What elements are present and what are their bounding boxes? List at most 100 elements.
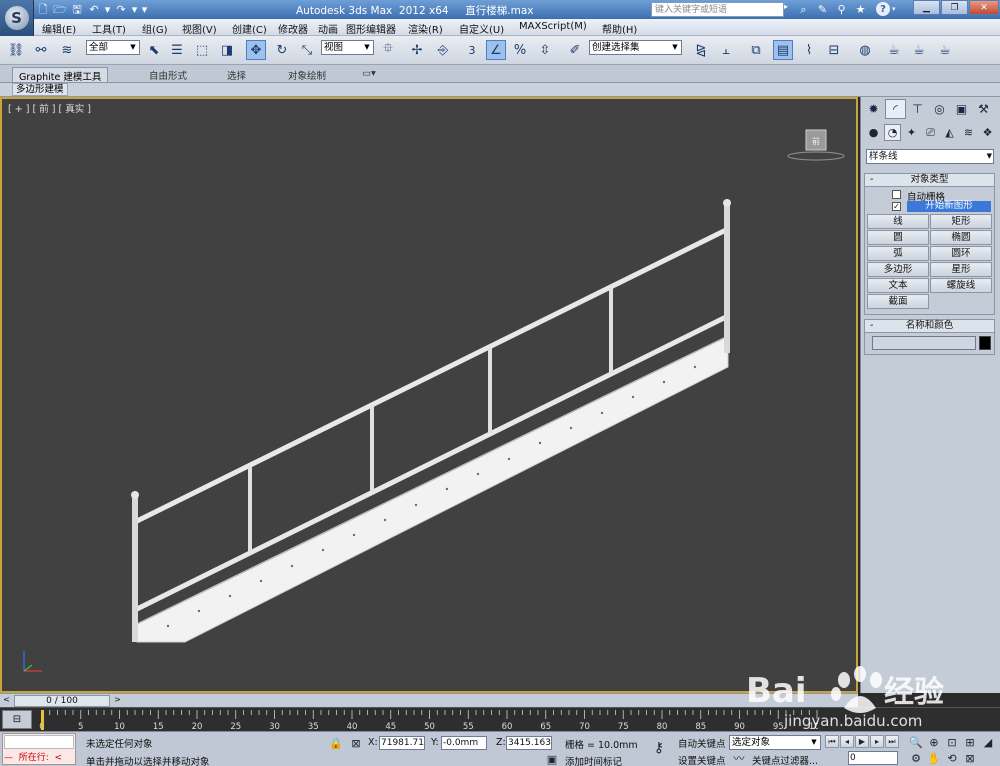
menu-help[interactable]: 帮助(H): [602, 21, 637, 36]
percent-snap-icon[interactable]: %: [510, 40, 530, 60]
current-frame-marker[interactable]: [41, 710, 44, 730]
set-key-icon[interactable]: ⚷: [648, 740, 670, 756]
menu-views[interactable]: 视图(V): [182, 21, 217, 36]
bind-space-warp-icon[interactable]: ≋: [57, 40, 77, 60]
shape-button-text[interactable]: 文本: [867, 278, 929, 293]
layer-manager-icon[interactable]: ⧉: [746, 40, 766, 60]
geometry-icon[interactable]: ●: [865, 124, 882, 141]
staircase-model[interactable]: [2, 99, 856, 691]
keyboard-shortcut-override-icon[interactable]: ⎆: [433, 40, 453, 60]
cameras-icon[interactable]: ⎚: [922, 124, 939, 141]
shape-button-line[interactable]: 线: [867, 214, 929, 229]
hierarchy-tab-icon[interactable]: ⊤: [907, 99, 928, 119]
absolute-mode-icon[interactable]: ⊠: [348, 735, 364, 751]
pan-view-icon[interactable]: ✋: [926, 750, 942, 766]
handrail-top[interactable]: [134, 227, 729, 524]
menu-graph-editors[interactable]: 图形编辑器: [346, 21, 396, 36]
minimize-button[interactable]: ▁: [913, 0, 940, 15]
shape-category-select[interactable]: 样条线 ▼: [866, 149, 994, 164]
x-coordinate-input[interactable]: 71981.719: [379, 736, 425, 750]
current-frame-input[interactable]: 0: [848, 751, 898, 765]
redo-icon[interactable]: ↷: [114, 3, 128, 17]
maximize-viewport-icon[interactable]: ⊠: [962, 750, 978, 766]
stair-body[interactable]: [136, 335, 729, 643]
rectangular-selection-icon[interactable]: ⬚: [192, 40, 212, 60]
menu-create[interactable]: 创建(C): [232, 21, 267, 36]
start-new-shape-button[interactable]: 开始新图形: [907, 201, 991, 212]
select-and-move-icon[interactable]: ✥: [246, 40, 266, 60]
binoculars-icon[interactable]: ⌕: [796, 1, 811, 17]
favorites-icon[interactable]: ★: [853, 1, 868, 17]
start-new-shape-checkbox[interactable]: ✓: [892, 202, 901, 211]
shape-button-ellipse[interactable]: 椭圆: [930, 230, 992, 245]
ribbon-options-icon[interactable]: ▭▾: [356, 67, 382, 82]
prev-frame-button[interactable]: ◂: [840, 735, 854, 748]
time-tag-icon[interactable]: ▣: [544, 751, 560, 766]
select-and-scale-icon[interactable]: ⤡: [297, 40, 317, 60]
time-slider-thumb[interactable]: 0 / 100: [14, 695, 110, 707]
link-icon[interactable]: ⛓: [6, 40, 26, 60]
select-and-rotate-icon[interactable]: ↻: [272, 40, 292, 60]
shape-button-star[interactable]: 星形: [930, 262, 992, 277]
communication-icon[interactable]: ⚲: [834, 1, 849, 17]
z-coordinate-input[interactable]: 3415.163m: [506, 736, 552, 750]
selection-filter-select[interactable]: 全部 ▼: [86, 40, 140, 55]
reference-coord-select[interactable]: 视图 ▼: [321, 40, 374, 55]
time-slider-next-icon[interactable]: >: [112, 695, 123, 707]
customize-dropdown-icon[interactable]: ▾: [141, 3, 148, 17]
systems-icon[interactable]: ❖: [979, 124, 996, 141]
menu-tools[interactable]: 工具(T): [92, 21, 126, 36]
create-tab-icon[interactable]: ✹: [863, 99, 884, 119]
undo-icon[interactable]: ↶: [87, 3, 101, 17]
object-name-input[interactable]: [872, 336, 976, 350]
auto-key-button[interactable]: 自动关键点: [678, 736, 726, 750]
key-filters-button[interactable]: 关键点过滤器...: [752, 753, 818, 766]
shape-button-ngon[interactable]: 多边形: [867, 262, 929, 277]
play-button[interactable]: ▶: [855, 735, 869, 748]
time-slider-prev-icon[interactable]: <: [1, 695, 12, 707]
unlink-icon[interactable]: ⚯: [31, 40, 51, 60]
modify-tab-icon[interactable]: ◜: [885, 99, 906, 119]
undo-dropdown-icon[interactable]: ▾: [104, 3, 111, 17]
save-icon[interactable]: 🖫: [70, 3, 84, 17]
tab-selection[interactable]: 选择: [221, 67, 252, 82]
tab-graphite-modeling[interactable]: Graphite 建模工具: [12, 67, 109, 83]
goto-start-button[interactable]: ⏮: [825, 735, 839, 748]
search-input[interactable]: 键入关键字或短语: [651, 2, 784, 17]
subscription-icon[interactable]: ✎: [815, 1, 830, 17]
zoom-icon[interactable]: 🔍: [908, 734, 924, 750]
menu-maxscript[interactable]: MAXScript(M): [519, 21, 587, 32]
curve-editor-icon[interactable]: ⌇: [799, 40, 819, 60]
space-warps-icon[interactable]: ≋: [960, 124, 977, 141]
material-editor-icon[interactable]: ◍: [855, 40, 875, 60]
angle-snap-icon[interactable]: ∠: [486, 40, 506, 60]
lights-icon[interactable]: ✦: [903, 124, 920, 141]
add-time-tag[interactable]: 添加时间标记: [565, 754, 622, 766]
tab-freeform[interactable]: 自由形式: [143, 67, 193, 82]
shape-button-donut[interactable]: 圆环: [930, 246, 992, 261]
search-expand-icon[interactable]: ▸: [784, 2, 793, 17]
next-frame-button[interactable]: ▸: [870, 735, 884, 748]
pivot-center-icon[interactable]: ⯐: [378, 40, 398, 60]
name-color-header[interactable]: - 名称和颜色: [865, 320, 994, 333]
mini-curve-editor-icon[interactable]: ⊟: [2, 710, 32, 729]
maxscript-listener[interactable]: — 所在行: <: [2, 733, 76, 765]
shape-button-section[interactable]: 截面: [867, 294, 929, 309]
menu-rendering[interactable]: 渲染(R): [408, 21, 443, 36]
shapes-icon[interactable]: ◔: [884, 124, 901, 141]
graphite-toggle-icon[interactable]: ▤: [773, 40, 793, 60]
zoom-all-icon[interactable]: ⊕: [926, 734, 942, 750]
select-object-icon[interactable]: ⬉: [144, 40, 164, 60]
shape-button-circle[interactable]: 圆: [867, 230, 929, 245]
shape-button-helix[interactable]: 螺旋线: [930, 278, 992, 293]
help-button[interactable]: ? ▾: [876, 1, 906, 17]
auto-grid-checkbox[interactable]: [892, 190, 901, 199]
spinner-snap-icon[interactable]: ⇳: [535, 40, 555, 60]
redo-dropdown-icon[interactable]: ▾: [131, 3, 138, 17]
edit-named-selection-icon[interactable]: ✐: [565, 40, 585, 60]
orbit-icon[interactable]: ⟲: [944, 750, 960, 766]
selection-lock-icon[interactable]: 🔒: [328, 735, 344, 751]
utilities-tab-icon[interactable]: ⚒: [973, 99, 994, 119]
helpers-icon[interactable]: ◭: [941, 124, 958, 141]
zoom-extents-icon[interactable]: ⊡: [944, 734, 960, 750]
